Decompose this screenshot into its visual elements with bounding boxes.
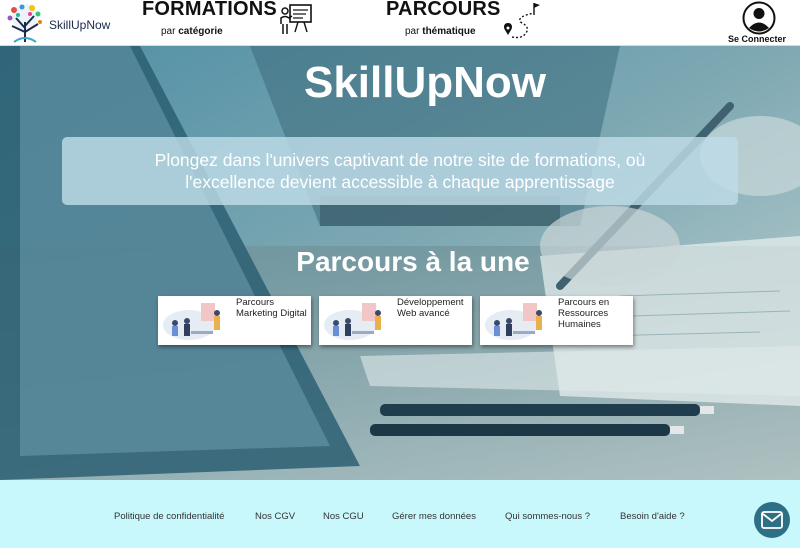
card-label: Parcours en Ressources Humaines [558,297,610,330]
contact-chat-button[interactable] [754,502,790,538]
hero-section: SkillUpNow Plongez dans l'univers captiv… [0,46,800,480]
nav-parcours[interactable]: PARCOURS par thématique [384,0,544,46]
parcours-card-marketing[interactable]: Parcours Marketing Digital [158,296,311,345]
tagline: Plongez dans l'univers captivant de notr… [72,149,728,193]
top-navbar: SkillUpNow FORMATIONS par catégorie PARC… [0,0,800,46]
site-logo[interactable]: SkillUpNow [2,2,110,44]
nav-parcours-title: PARCOURS [386,0,501,20]
tagline-line-1: Plongez dans l'univers captivant de notr… [154,150,646,170]
presentation-board-icon [280,4,312,34]
user-avatar-icon [742,1,776,35]
nav-sub-prefix: par [405,26,423,37]
nav-formations-title: FORMATIONS [142,0,277,20]
meeting-illustration-icon [322,299,396,343]
envelope-icon [761,511,783,529]
footer-link-cgv[interactable]: Nos CGV [255,511,295,522]
footer-link-cgu[interactable]: Nos CGU [323,511,364,522]
nav-formations[interactable]: FORMATIONS par catégorie [140,0,320,46]
route-path-icon [504,3,540,39]
nav-formations-subtitle: par catégorie [161,26,223,37]
hero-title: SkillUpNow [303,58,547,107]
footer-link-about[interactable]: Qui sommes-nous ? [505,511,590,522]
login-label: Se Connecter [728,34,787,44]
meeting-illustration-icon [483,299,557,343]
nav-parcours-subtitle: par thématique [405,26,476,37]
tagline-line-2: l'excellence devient accessible à chaque… [185,172,615,192]
nav-sub-bold: catégorie [178,26,223,37]
footer-link-help[interactable]: Besoin d'aide ? [620,511,685,522]
tagline-box: Plongez dans l'univers captivant de notr… [62,137,738,205]
nav-sub-prefix: par [161,26,179,37]
meeting-illustration-icon [161,299,235,343]
featured-section-title: Parcours à la une [296,246,530,277]
card-label: Développement Web avancé [397,297,464,319]
parcours-card-rh[interactable]: Parcours en Ressources Humaines [480,296,633,345]
tree-logo-icon [7,4,42,43]
footer-link-privacy[interactable]: Politique de confidentialité [114,511,224,522]
login-button[interactable]: Se Connecter [726,0,796,46]
parcours-card-web[interactable]: Développement Web avancé [319,296,472,345]
nav-sub-bold: thématique [422,26,476,37]
footer-link-data[interactable]: Gérer mes données [392,511,476,522]
card-label: Parcours Marketing Digital [236,297,307,319]
logo-text: SkillUpNow [49,18,111,32]
footer: Politique de confidentialité Nos CGV Nos… [0,480,800,548]
